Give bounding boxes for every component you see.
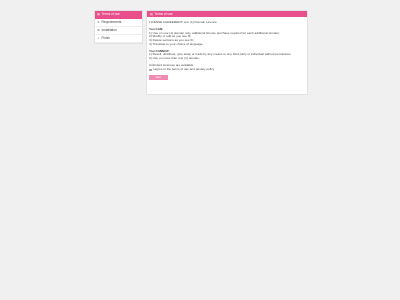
agree-radio[interactable] bbox=[149, 68, 152, 72]
terms-panel: ▤ Terms of use LICENSE AGREEMENT: one (1… bbox=[146, 10, 308, 95]
next-button[interactable]: Next bbox=[149, 75, 168, 81]
page: ▤ Terms of use ≡ Requirements ⚙ Installa… bbox=[0, 0, 400, 300]
sidebar-item-finish[interactable]: ✓ Finish bbox=[95, 35, 142, 43]
sidebar-item-requirements[interactable]: ≡ Requirements bbox=[95, 19, 142, 27]
gear-icon: ⚙ bbox=[97, 28, 100, 32]
sidebar-item-label: Installation bbox=[101, 27, 117, 32]
sidebar-item-label: Requirements bbox=[101, 19, 122, 24]
sidebar-item-installation[interactable]: ⚙ Installation bbox=[95, 27, 142, 35]
list-icon: ≡ bbox=[97, 20, 100, 24]
sidebar-item-terms-of-use[interactable]: ▤ Terms of use bbox=[95, 11, 142, 19]
panel-title: Terms of use bbox=[154, 12, 173, 16]
agree-row[interactable]: I agree to the terms of use and privacy … bbox=[149, 68, 305, 72]
check-icon: ✓ bbox=[97, 36, 100, 40]
sidebar: ▤ Terms of use ≡ Requirements ⚙ Installa… bbox=[94, 10, 143, 44]
sidebar-item-label: Finish bbox=[101, 35, 111, 40]
agree-label[interactable]: I agree to the terms of use and privacy … bbox=[153, 68, 215, 72]
panel-body: LICENSE AGREEMENT: one (1) Domain Licenc… bbox=[147, 17, 307, 81]
document-icon: ▤ bbox=[150, 12, 153, 16]
document-icon: ▤ bbox=[97, 12, 100, 16]
sidebar-item-label: Terms of use bbox=[101, 11, 120, 16]
